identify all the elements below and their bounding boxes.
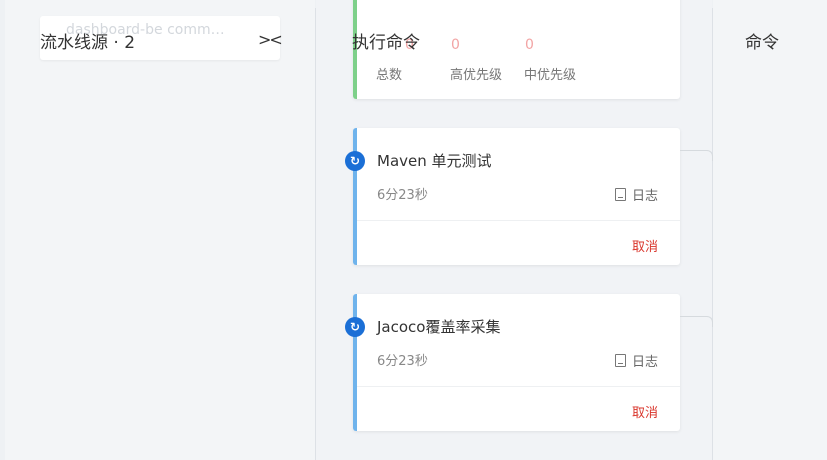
column-divider [712, 8, 713, 460]
card-divider [357, 220, 680, 221]
log-icon [614, 188, 626, 201]
cancel-button[interactable]: 取消 [632, 402, 658, 421]
command-title: 命令 [745, 33, 779, 53]
source-title: 流水线源 · 2 [40, 33, 136, 53]
log-link[interactable]: 日志 [614, 351, 658, 370]
log-icon [614, 354, 626, 367]
log-link[interactable]: 日志 [614, 185, 658, 204]
stat-high-label: 高优先级 [450, 68, 503, 83]
job-duration: 6分23秒 [377, 188, 428, 203]
source-column [5, 0, 315, 460]
column-divider [315, 8, 316, 460]
job-card-bar [353, 128, 357, 265]
job-title: Jacoco覆盖率采集 [377, 318, 501, 336]
job-card[interactable]: ↻ Maven 单元测试 6分23秒 日志 取消 [345, 128, 680, 265]
running-icon: ↻ [345, 317, 365, 337]
job-card-bar [353, 294, 357, 431]
exec-title: 执行命令 [352, 33, 420, 53]
job-title: Maven 单元测试 [377, 152, 492, 170]
log-label: 日志 [631, 355, 658, 370]
stat-total-label: 总数 [376, 68, 403, 83]
collapse-icon[interactable]: >< [258, 30, 283, 49]
job-duration: 6分23秒 [377, 354, 428, 369]
log-label: 日志 [631, 189, 658, 204]
stat-high-value: 0 [451, 37, 460, 53]
card-divider [357, 386, 680, 387]
job-card[interactable]: ↻ Jacoco覆盖率采集 6分23秒 日志 取消 [345, 294, 680, 431]
stat-medium-label: 中优先级 [524, 68, 577, 83]
connector-line [680, 316, 713, 327]
running-icon: ↻ [345, 151, 365, 171]
connector-line [680, 150, 713, 161]
stat-medium-value: 0 [525, 37, 534, 53]
command-column [713, 0, 827, 460]
cancel-button[interactable]: 取消 [632, 236, 658, 255]
